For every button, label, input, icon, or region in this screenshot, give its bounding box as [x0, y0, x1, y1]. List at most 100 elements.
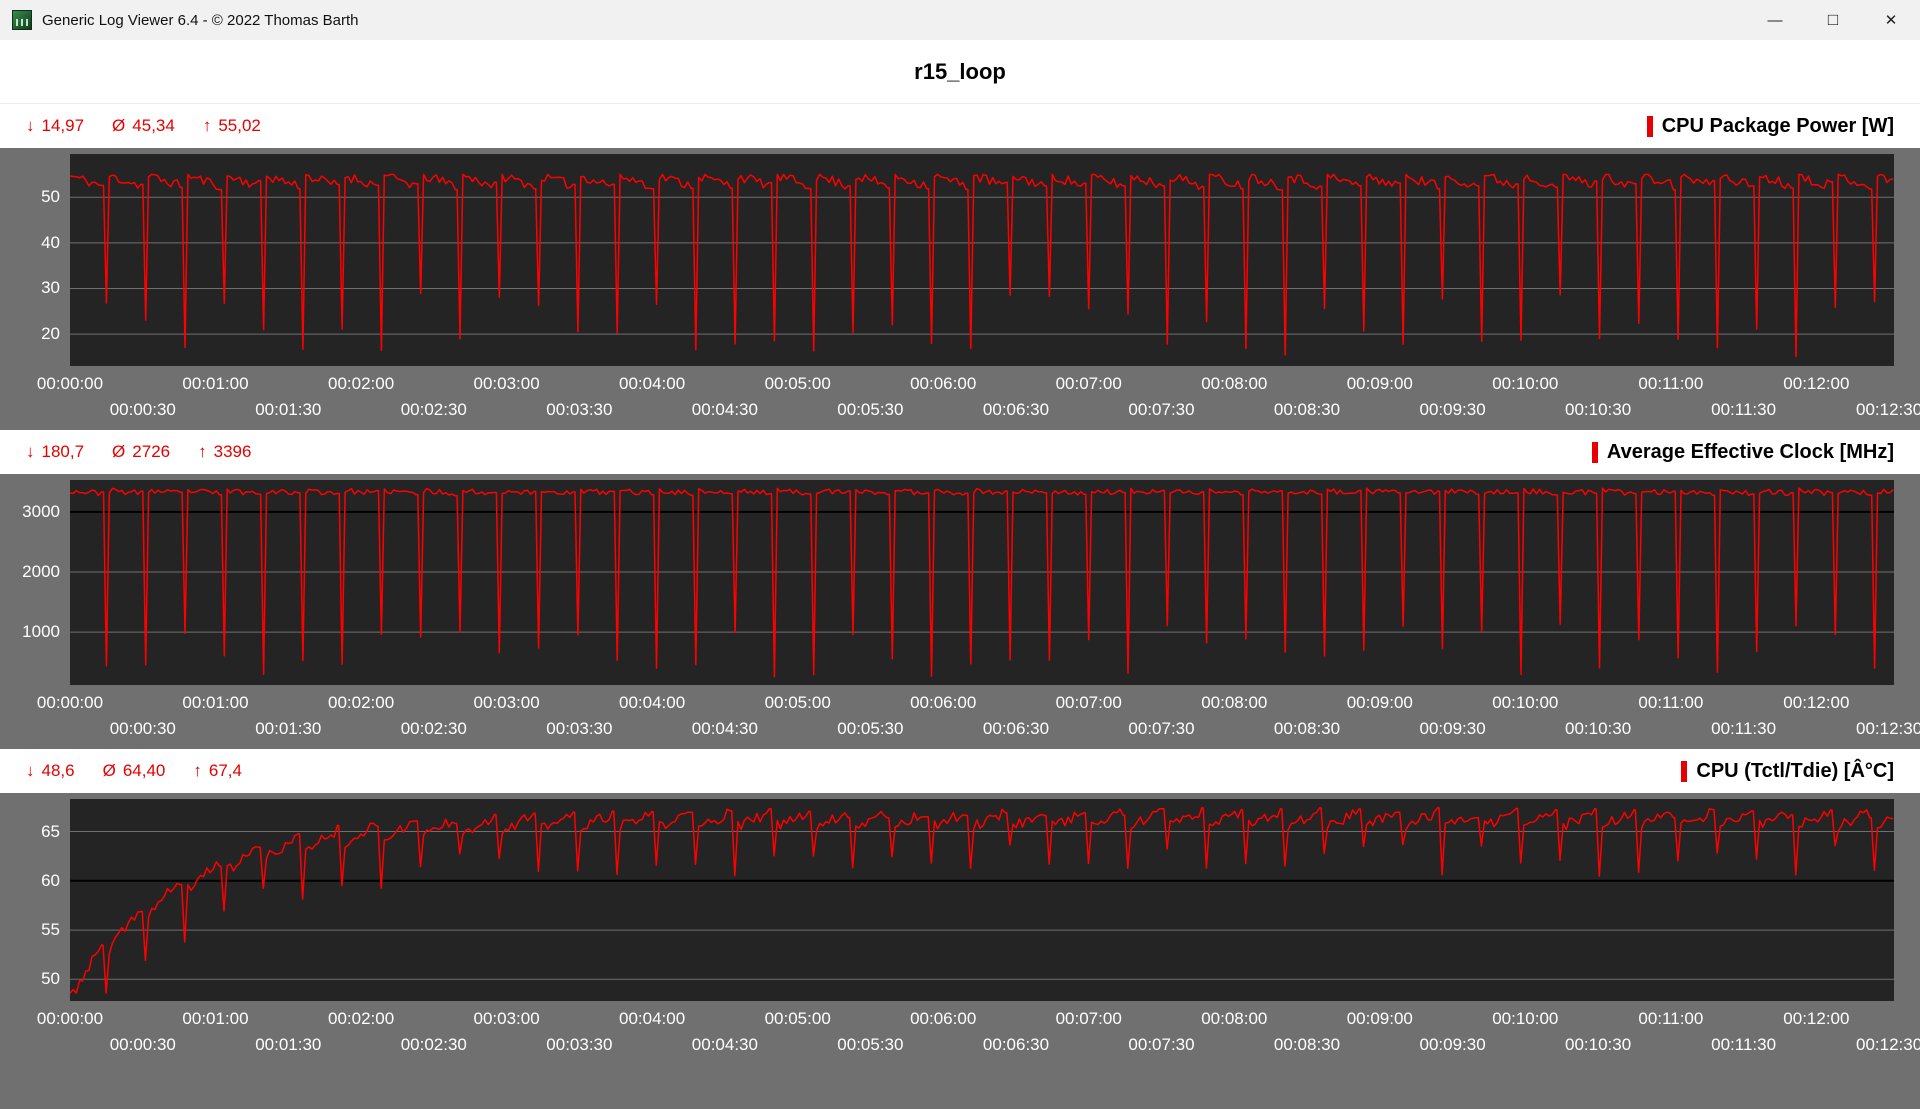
y-axis-label: 55 — [41, 920, 60, 940]
x-axis-label: 00:05:30 — [837, 1035, 904, 1054]
x-axis-label: 00:10:30 — [1565, 719, 1632, 738]
maximize-icon: □ — [1827, 10, 1839, 29]
x-axis-label: 00:06:30 — [982, 400, 1050, 419]
stat-min-value: 180,7 — [41, 442, 85, 461]
x-axis-label: 00:11:30 — [1711, 1035, 1777, 1054]
y-axis-label: 40 — [41, 232, 60, 252]
chart-canvas-cpu-temperature[interactable]: 50 55 60 65 00:00:00 00:01:00 00:02:00 00:03:00… — [0, 793, 1920, 1109]
x-axis-label: 00:09:00 — [1346, 374, 1413, 393]
stat-max: ↑ 55,02 — [203, 116, 261, 136]
x-axis-label: 00:04:30 — [691, 1035, 758, 1054]
x-axis-label: 00:07:30 — [1128, 400, 1195, 419]
x-axis-label: 00:06:30 — [982, 1035, 1050, 1054]
chart-canvas-cpu-package-power[interactable]: 20 30 40 50 00:00:00 00:01:00 00:02:00 00:03:00… — [0, 148, 1920, 430]
max-arrow-icon: ↑ — [198, 442, 207, 461]
series-color-marker — [1681, 760, 1688, 782]
max-arrow-icon: ↑ — [193, 761, 202, 780]
stat-avg-value: 45,34 — [132, 116, 175, 135]
x-axis-label: 00:08:00 — [1201, 374, 1268, 393]
x-axis-label: 00:05:00 — [764, 374, 831, 393]
x-axis-label: 00:01:30 — [255, 400, 322, 419]
chart-section-effective-clock: ↓ 180,7 Ø 2726 ↑ 3396 Average Effective … — [0, 430, 1920, 749]
x-axis-label: 00:07:30 — [1128, 1035, 1195, 1054]
x-axis-label: 00:09:30 — [1419, 1035, 1486, 1054]
plot-area[interactable] — [70, 154, 1894, 366]
x-axis-label: 00:06:00 — [910, 693, 977, 712]
stat-max: ↑ 67,4 — [193, 761, 242, 781]
x-axis-label: 00:00:00 — [36, 374, 104, 393]
x-axis-label: 00:11:30 — [1711, 719, 1777, 738]
y-axis-label: 65 — [41, 821, 60, 841]
x-axis-label: 00:07:00 — [1055, 374, 1122, 393]
min-arrow-icon: ↓ — [26, 116, 35, 135]
x-axis-label: 00:01:30 — [255, 719, 322, 738]
chart-title: CPU Package Power [W] — [1646, 114, 1894, 138]
stat-avg: Ø 64,40 — [103, 761, 166, 781]
y-axis-label: 1000 — [22, 622, 60, 642]
close-button[interactable]: ✕ — [1862, 0, 1920, 40]
plot-area[interactable] — [70, 799, 1894, 1001]
x-axis-label: 00:04:00 — [619, 374, 686, 393]
x-axis-label: 00:12:30 — [1856, 1035, 1920, 1054]
y-axis-label: 50 — [41, 187, 60, 207]
window-title: Generic Log Viewer 6.4 - © 2022 Thomas B… — [42, 11, 359, 29]
maximize-button[interactable]: □ — [1804, 0, 1862, 40]
x-axis-label: 00:11:00 — [1638, 1009, 1704, 1028]
x-axis-label: 00:07:00 — [1055, 693, 1122, 712]
stats-row: ↓ 14,97 Ø 45,34 ↑ 55,02 CPU Package Powe… — [0, 104, 1920, 148]
page-title: r15_loop — [914, 58, 1006, 84]
max-arrow-icon: ↑ — [202, 116, 212, 135]
minimize-button[interactable]: — — [1746, 0, 1804, 40]
x-axis: 00:00:00 00:01:00 00:02:00 00:03:00 00:04:00… — [37, 374, 1920, 426]
x-axis-label: 00:05:30 — [837, 719, 904, 738]
x-axis-label: 00:08:00 — [1201, 1009, 1268, 1028]
y-axis-label: 60 — [41, 870, 60, 890]
stat-max: ↑ 3396 — [198, 442, 251, 462]
stats-row: ↓ 48,6 Ø 64,40 ↑ 67,4 CPU (Tctl/Tdie) [Â… — [0, 749, 1920, 793]
x-axis-label: 00:11:00 — [1638, 693, 1704, 712]
chart-section-cpu-package-power: ↓ 14,97 Ø 45,34 ↑ 55,02 CPU Package Powe… — [0, 104, 1920, 430]
plot-area[interactable] — [70, 480, 1894, 685]
min-arrow-icon: ↓ — [26, 761, 35, 780]
series-color-marker — [1646, 115, 1653, 137]
stat-min-value: 48,6 — [41, 761, 75, 780]
stat-avg: Ø 45,34 — [112, 116, 175, 136]
x-axis-label: 00:00:30 — [109, 400, 176, 419]
x-axis-label: 00:04:00 — [619, 1009, 686, 1028]
x-axis-label: 00:01:00 — [182, 1009, 249, 1028]
chart-canvas-effective-clock[interactable]: 1000 2000 3000 00:00:00 00:01:00 00:02:00 00:0… — [0, 474, 1920, 749]
x-axis-label: 00:04:30 — [691, 719, 758, 738]
stat-max-value: 67,4 — [208, 761, 242, 780]
chart-title-text: CPU Package Power [W] — [1661, 114, 1894, 137]
stat-avg-value: 2726 — [132, 442, 171, 461]
stats-row: ↓ 180,7 Ø 2726 ↑ 3396 Average Effective … — [0, 430, 1920, 474]
x-axis-label: 00:05:30 — [837, 400, 904, 419]
stat-min: ↓ 14,97 — [26, 116, 84, 136]
minimize-icon: — — [1767, 11, 1783, 29]
x-axis-label: 00:00:30 — [109, 1035, 176, 1054]
x-axis-label: 00:02:30 — [400, 400, 467, 419]
series-color-marker — [1591, 441, 1598, 463]
x-axis-label: 00:11:30 — [1711, 400, 1777, 419]
x-axis-label: 00:10:30 — [1565, 400, 1632, 419]
title-bar: Generic Log Viewer 6.4 - © 2022 Thomas B… — [0, 0, 1920, 40]
x-axis-label: 00:01:30 — [255, 1035, 322, 1054]
y-axis-label: 2000 — [22, 561, 60, 581]
close-icon: ✕ — [1884, 12, 1898, 29]
x-axis: 00:00:00 00:01:00 00:02:00 00:03:00 00:04:00… — [37, 693, 1920, 745]
x-axis-label: 00:03:30 — [546, 719, 613, 738]
x-axis-label: 00:08:30 — [1273, 400, 1341, 419]
x-axis-label: 00:02:30 — [400, 1035, 467, 1054]
x-axis-label: 00:09:00 — [1346, 1009, 1413, 1028]
stat-max-value: 3396 — [213, 442, 252, 461]
chart-title: Average Effective Clock [MHz] — [1591, 440, 1894, 464]
x-axis-label: 00:07:00 — [1055, 1009, 1122, 1028]
chart-title-text: Average Effective Clock [MHz] — [1606, 440, 1894, 463]
x-axis-label: 00:06:00 — [910, 1009, 977, 1028]
y-axis-label: 20 — [41, 324, 60, 344]
x-axis-label: 00:08:30 — [1273, 1035, 1341, 1054]
x-axis-label: 00:00:30 — [109, 719, 176, 738]
app-icon — [12, 10, 32, 30]
window-controls: — □ ✕ — [1746, 0, 1920, 40]
x-axis-label: 00:10:30 — [1565, 1035, 1632, 1054]
